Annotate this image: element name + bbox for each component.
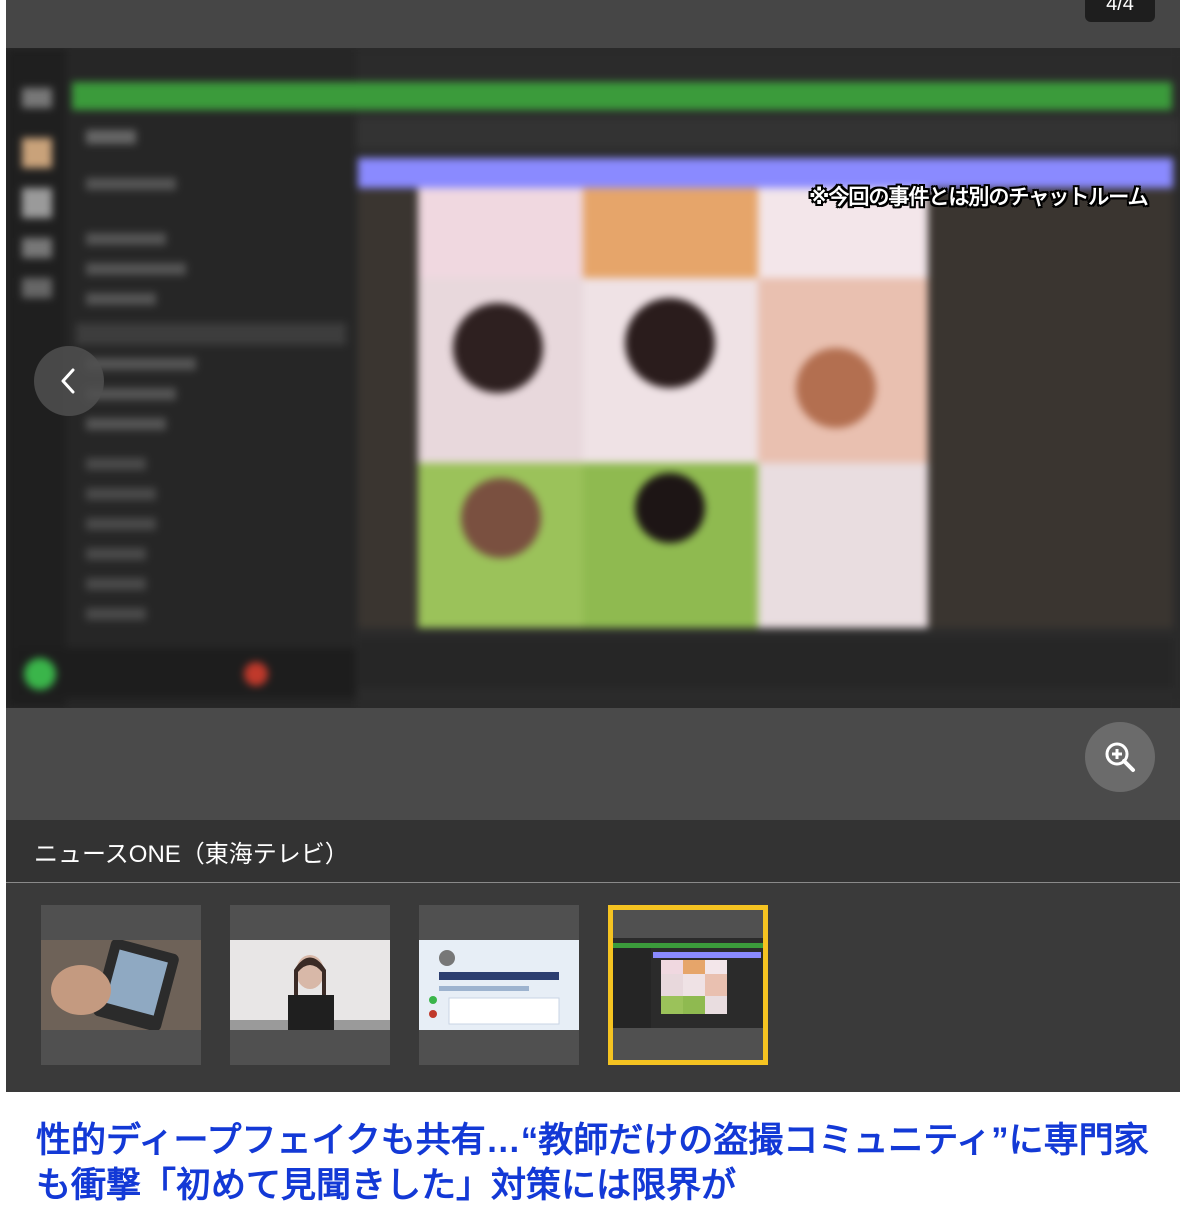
thumbnail-2[interactable]: [230, 905, 390, 1065]
article-headline[interactable]: 性的ディープフェイクも共有…“教師だけの盗撮コミュニティ”に専門家も衝撃「初めて…: [36, 1118, 1156, 1208]
viewer-top-bar: 4/4: [6, 0, 1180, 48]
main-photo: ※今回の事件とは別のチャットルーム: [6, 48, 1180, 708]
zoom-button[interactable]: [1085, 722, 1155, 792]
thumbnail-4[interactable]: [608, 905, 768, 1065]
thumbnail-strip: [6, 883, 1180, 1092]
thumbnail-2-image: [230, 940, 390, 1030]
thumbnail-3-image: [419, 940, 579, 1030]
image-viewer: 4/4 ※今回の事件とは別のチャットルーム ニュースONE（東海テレビ）: [6, 0, 1180, 1092]
image-counter: 4/4: [1085, 0, 1155, 22]
thumbnail-4-image: [613, 938, 763, 1028]
photo-padding: [6, 708, 1180, 820]
thumbnail-3[interactable]: [419, 905, 579, 1065]
thumbnail-1[interactable]: [41, 905, 201, 1065]
chevron-left-icon: [61, 368, 75, 394]
zoom-in-icon: [1105, 742, 1135, 772]
screenshot-annotation: ※今回の事件とは別のチャットルーム: [809, 185, 1149, 209]
blurred-chat-screenshot: [6, 48, 1180, 708]
image-caption-bar: ニュースONE（東海テレビ）: [6, 820, 1180, 883]
image-caption: ニュースONE（東海テレビ）: [34, 841, 349, 868]
previous-image-button[interactable]: [34, 346, 104, 416]
thumbnail-1-image: [41, 940, 201, 1030]
